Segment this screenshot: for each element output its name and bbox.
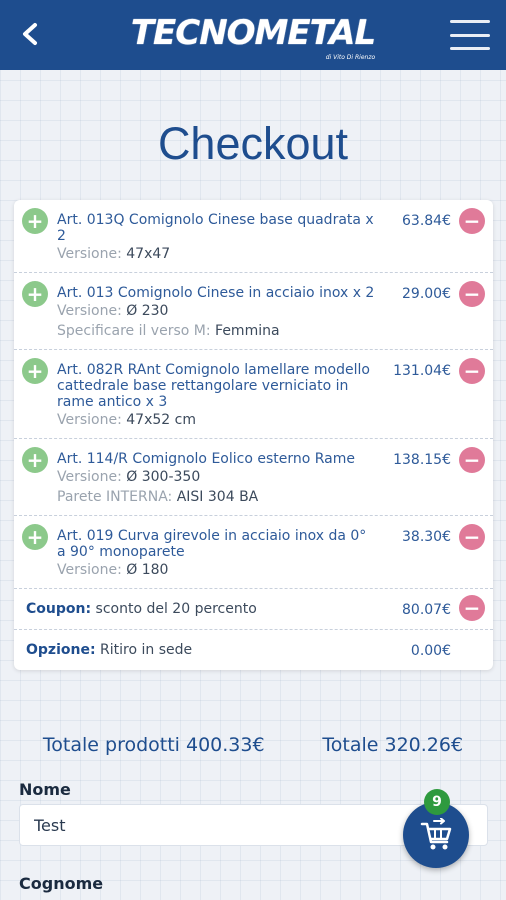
item-meta: Specificare il verso M: Femmina — [57, 321, 449, 341]
item-price: 29.00€ — [402, 286, 451, 302]
meta-label: Specificare il verso M: — [57, 323, 211, 339]
coupon-label: Coupon: — [26, 601, 92, 617]
option-price: 0.00€ — [410, 643, 451, 659]
cart-icon — [420, 818, 452, 850]
item-meta: Versione: Ø 230 — [57, 301, 449, 321]
item-meta: Versione: Ø 180 — [57, 560, 449, 580]
meta-label: Versione: — [57, 469, 122, 485]
hamburger-line — [450, 33, 490, 37]
back-button[interactable] — [14, 18, 46, 50]
meta-label: Versione: — [57, 246, 122, 262]
item-title: Art. 013 Comignolo Cinese in acciaio ino… — [57, 285, 375, 301]
item-meta: Versione: Ø 300-350 — [57, 467, 449, 487]
meta-label: Versione: — [57, 303, 122, 319]
item-price: 138.15€ — [393, 452, 451, 468]
grand-total: Totale 320.26€ — [322, 734, 464, 756]
option-row: Opzione: Ritiro in sede 0.00€ — [14, 630, 493, 670]
logo-text: TECNOMETAL — [130, 13, 376, 53]
decrease-quantity-button[interactable]: − — [459, 358, 485, 384]
cart-item: + Art. 114/R Comignolo Eolico esterno Ra… — [14, 439, 493, 516]
increase-quantity-button[interactable]: + — [22, 447, 48, 473]
item-meta: Versione: 47x52 cm — [57, 410, 449, 430]
increase-quantity-button[interactable]: + — [22, 208, 48, 234]
item-title: Art. 114/R Comignolo Eolico esterno Rame — [57, 451, 355, 467]
logo-subtitle: di Vito Di Rienzo — [325, 54, 376, 61]
cart-item: + Art. 019 Curva girevole in acciaio ino… — [14, 516, 493, 589]
item-title: Art. 019 Curva girevole in acciaio inox … — [57, 528, 367, 560]
cart-count-badge: 9 — [424, 789, 450, 815]
item-title: Art. 082R RAnt Comignolo lamellare model… — [57, 362, 370, 410]
meta-label: Versione: — [57, 412, 122, 428]
back-arrow-icon — [23, 23, 37, 45]
decrease-quantity-button[interactable]: − — [459, 447, 485, 473]
app-header: TECNOMETAL di Vito Di Rienzo — [0, 0, 506, 70]
decrease-quantity-button[interactable]: − — [459, 281, 485, 307]
option-label: Opzione: — [26, 642, 96, 658]
meta-label: Parete INTERNA: — [57, 489, 173, 505]
cart-item: + Art. 013 Comignolo Cinese in acciaio i… — [14, 273, 493, 350]
cart-item: + Art. 013Q Comignolo Cinese base quadra… — [14, 200, 493, 273]
meta-value: 47x52 cm — [126, 412, 196, 428]
menu-button[interactable] — [450, 20, 490, 50]
hamburger-icon — [450, 20, 490, 23]
products-total: Totale prodotti 400.33€ — [42, 734, 265, 756]
meta-value: 47x47 — [126, 246, 171, 262]
meta-value: Ø 180 — [126, 562, 169, 578]
item-price: 131.04€ — [393, 363, 451, 379]
page-title: Checkout — [157, 118, 349, 169]
item-title: Art. 013Q Comignolo Cinese base quadrata… — [57, 212, 374, 244]
hamburger-line — [450, 47, 490, 50]
meta-value: Ø 300-350 — [126, 469, 201, 485]
increase-quantity-button[interactable]: + — [22, 524, 48, 550]
item-price: 63.84€ — [402, 213, 451, 229]
option-text: Ritiro in sede — [100, 642, 193, 658]
remove-coupon-button[interactable]: − — [459, 595, 485, 621]
item-meta: Versione: 47x47 — [57, 244, 449, 264]
item-price: 38.30€ — [402, 529, 451, 545]
coupon-row: Coupon: sconto del 20 percento 80.07€ − — [14, 589, 493, 630]
cart-item: + Art. 082R RAnt Comignolo lamellare mod… — [14, 350, 493, 439]
increase-quantity-button[interactable]: + — [22, 358, 48, 384]
nome-label: Nome — [19, 780, 71, 799]
brand-logo: TECNOMETAL di Vito Di Rienzo — [130, 13, 376, 61]
meta-value: AISI 304 BA — [176, 489, 259, 505]
decrease-quantity-button[interactable]: − — [459, 524, 485, 550]
meta-value: Femmina — [215, 323, 280, 339]
coupon-price: 80.07€ — [402, 602, 451, 618]
item-meta: Parete INTERNA: AISI 304 BA — [57, 487, 449, 507]
totals-row: Totale prodotti 400.33€ Totale 320.26€ — [0, 734, 506, 756]
coupon-text: sconto del 20 percento — [95, 601, 257, 617]
meta-value: Ø 230 — [126, 303, 169, 319]
cognome-label: Cognome — [19, 874, 104, 893]
cart-summary-card: + Art. 013Q Comignolo Cinese base quadra… — [14, 200, 493, 670]
meta-label: Versione: — [57, 562, 122, 578]
decrease-quantity-button[interactable]: − — [459, 208, 485, 234]
increase-quantity-button[interactable]: + — [22, 281, 48, 307]
